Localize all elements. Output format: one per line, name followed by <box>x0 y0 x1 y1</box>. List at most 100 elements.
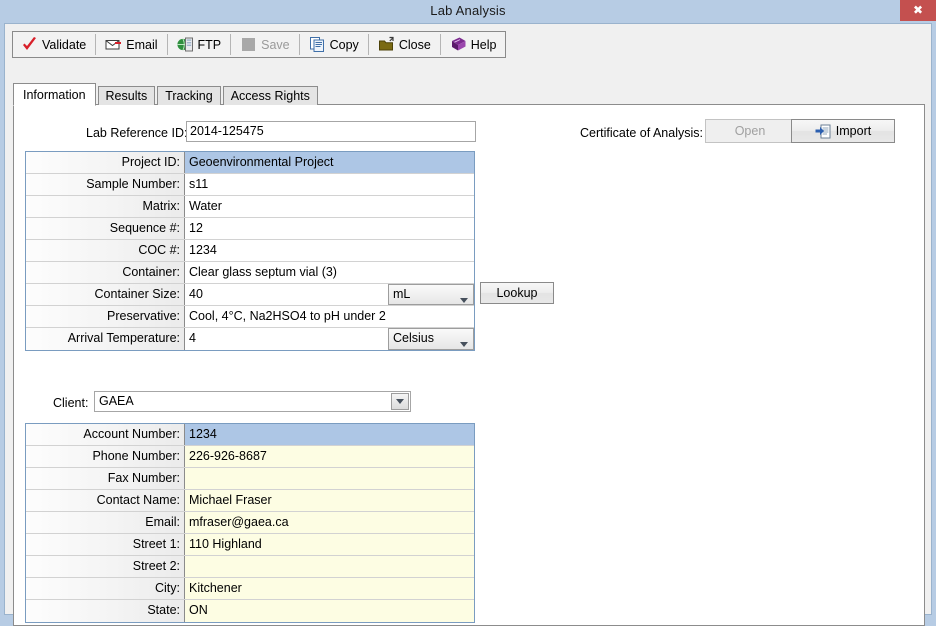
ftp-button[interactable]: FTP <box>170 32 229 57</box>
client-row-value[interactable] <box>185 556 474 577</box>
sample-row-value[interactable]: Cool, 4°C, Na2HSO4 to pH under 2 <box>185 306 474 327</box>
certificate-import-button[interactable]: Import <box>791 119 895 143</box>
client-row-value-text: ON <box>189 603 208 617</box>
information-tab-page: Lab Reference ID: 2014-125475 Certificat… <box>13 104 925 626</box>
sample-row-value[interactable]: Water <box>185 196 474 217</box>
title-bar: Lab Analysis ✖ <box>0 0 936 23</box>
toolbar-separator <box>95 34 97 55</box>
close-icon: ✖ <box>912 3 924 17</box>
help-button[interactable]: Help <box>443 32 504 57</box>
sample-row-unit-combobox[interactable]: Celsius <box>388 328 474 350</box>
client-row-value[interactable]: ON <box>185 600 474 622</box>
toolbar-separator <box>230 34 232 55</box>
chevron-down-icon <box>460 336 468 350</box>
client-row-value[interactable]: Michael Fraser <box>185 490 474 511</box>
sample-row-name: Preservative: <box>26 306 185 327</box>
sample-row-value-text: s11 <box>189 177 209 191</box>
client-combobox[interactable]: GAEA <box>94 391 411 412</box>
certificate-import-label: Import <box>835 124 872 138</box>
client-row-value[interactable]: 1234 <box>185 424 474 445</box>
sample-row-value[interactable]: 40 mL <box>185 284 474 305</box>
toolbar: Validate Email FTP Save Copy Close Help <box>12 31 506 58</box>
client-row-name: Fax Number: <box>26 468 185 489</box>
sample-row-value[interactable]: 4 Celsius <box>185 328 474 350</box>
sample-row-value[interactable]: 1234 <box>185 240 474 261</box>
email-button[interactable]: Email <box>98 32 164 57</box>
property-row[interactable]: Project ID: Geoenvironmental Project <box>26 152 474 174</box>
property-row[interactable]: Container: Clear glass septum vial (3) <box>26 262 474 284</box>
client-row-name: Phone Number: <box>26 446 185 467</box>
client-combobox-value: GAEA <box>99 394 134 408</box>
sample-row-value-text: Geoenvironmental Project <box>189 155 334 169</box>
tab-tracking[interactable]: Tracking <box>157 86 221 105</box>
client-row-value-text: 1234 <box>189 427 217 441</box>
sample-row-name: COC #: <box>26 240 185 261</box>
save-button: Save <box>233 32 297 57</box>
validate-button[interactable]: Validate <box>14 32 93 57</box>
tab-results[interactable]: Results <box>97 86 156 105</box>
client-row-value[interactable]: 110 Highland <box>185 534 474 555</box>
lab-analysis-window: Lab Analysis ✖ Validate Email FTP Save C… <box>0 0 936 626</box>
chevron-down-icon <box>396 399 404 404</box>
sample-row-value[interactable]: Clear glass septum vial (3) <box>185 262 474 283</box>
tab-access-rights[interactable]: Access Rights <box>222 86 318 105</box>
property-row[interactable]: COC #: 1234 <box>26 240 474 262</box>
certificate-open-button: Open <box>705 119 795 143</box>
tab-access-rights-label: Access Rights <box>230 89 310 103</box>
client-combobox-arrow[interactable] <box>391 393 409 410</box>
property-row[interactable]: Street 1: 110 Highland <box>26 534 474 556</box>
property-row[interactable]: Email: mfraser@gaea.ca <box>26 512 474 534</box>
sample-row-value-text: 12 <box>189 221 203 235</box>
validate-label: Validate <box>42 37 87 52</box>
certificate-of-analysis-label: Certificate of Analysis: <box>580 126 703 140</box>
property-row[interactable]: Matrix: Water <box>26 196 474 218</box>
tab-results-label: Results <box>105 89 148 103</box>
close-button-toolbar[interactable]: Close <box>371 32 438 57</box>
chevron-down-icon <box>460 292 468 305</box>
envelope-icon <box>105 40 122 50</box>
copy-label: Copy <box>329 37 359 52</box>
sample-row-name: Sequence #: <box>26 218 185 239</box>
client-row-value-text: 110 Highland <box>189 537 262 551</box>
sample-row-value[interactable]: s11 <box>185 174 474 195</box>
property-row[interactable]: Preservative: Cool, 4°C, Na2HSO4 to pH un… <box>26 306 474 328</box>
sample-property-grid: Project ID: Geoenvironmental Project Sampl… <box>25 151 475 351</box>
sample-row-value-text: Cool, 4°C, Na2HSO4 to pH under 2 <box>189 309 386 323</box>
sample-row-value[interactable]: Geoenvironmental Project <box>185 152 474 173</box>
help-label: Help <box>470 37 497 52</box>
client-label: Client: <box>53 396 89 410</box>
close-window-button[interactable]: ✖ <box>900 0 936 21</box>
client-row-value[interactable]: 226-926-8687 <box>185 446 474 467</box>
lookup-button[interactable]: Lookup <box>480 282 554 304</box>
client-row-name: Street 1: <box>26 534 185 555</box>
tab-information[interactable]: Information <box>13 83 96 106</box>
lab-reference-id-input[interactable]: 2014-125475 <box>186 121 476 142</box>
property-row[interactable]: Container Size: 40 mL <box>26 284 474 306</box>
property-row[interactable]: State: ON <box>26 600 474 622</box>
property-row[interactable]: Phone Number: 226-926-8687 <box>26 446 474 468</box>
client-row-value[interactable]: Kitchener <box>185 578 474 599</box>
client-row-name: Email: <box>26 512 185 533</box>
toolbar-separator <box>367 34 369 55</box>
property-row[interactable]: Fax Number: <box>26 468 474 490</box>
property-row[interactable]: Account Number: 1234 <box>26 424 474 446</box>
property-row[interactable]: Sample Number: s11 <box>26 174 474 196</box>
property-row[interactable]: Contact Name: Michael Fraser <box>26 490 474 512</box>
property-row[interactable]: Street 2: <box>26 556 474 578</box>
ftp-label: FTP <box>197 37 222 52</box>
save-label: Save <box>261 37 290 52</box>
property-row[interactable]: Arrival Temperature: 4 Celsius <box>26 328 474 350</box>
client-row-name: Account Number: <box>26 424 185 445</box>
sample-row-value[interactable]: 12 <box>185 218 474 239</box>
client-row-value-text: Kitchener <box>189 581 242 595</box>
toolbar-separator <box>166 34 168 55</box>
client-row-value[interactable]: mfraser@gaea.ca <box>185 512 474 533</box>
sample-row-name: Arrival Temperature: <box>26 328 185 350</box>
sample-row-name: Container Size: <box>26 284 185 305</box>
property-row[interactable]: City: Kitchener <box>26 578 474 600</box>
client-row-value[interactable] <box>185 468 474 489</box>
client-row-name: Street 2: <box>26 556 185 577</box>
sample-row-unit-combobox[interactable]: mL <box>388 284 474 305</box>
property-row[interactable]: Sequence #: 12 <box>26 218 474 240</box>
copy-button[interactable]: Copy <box>302 32 366 57</box>
